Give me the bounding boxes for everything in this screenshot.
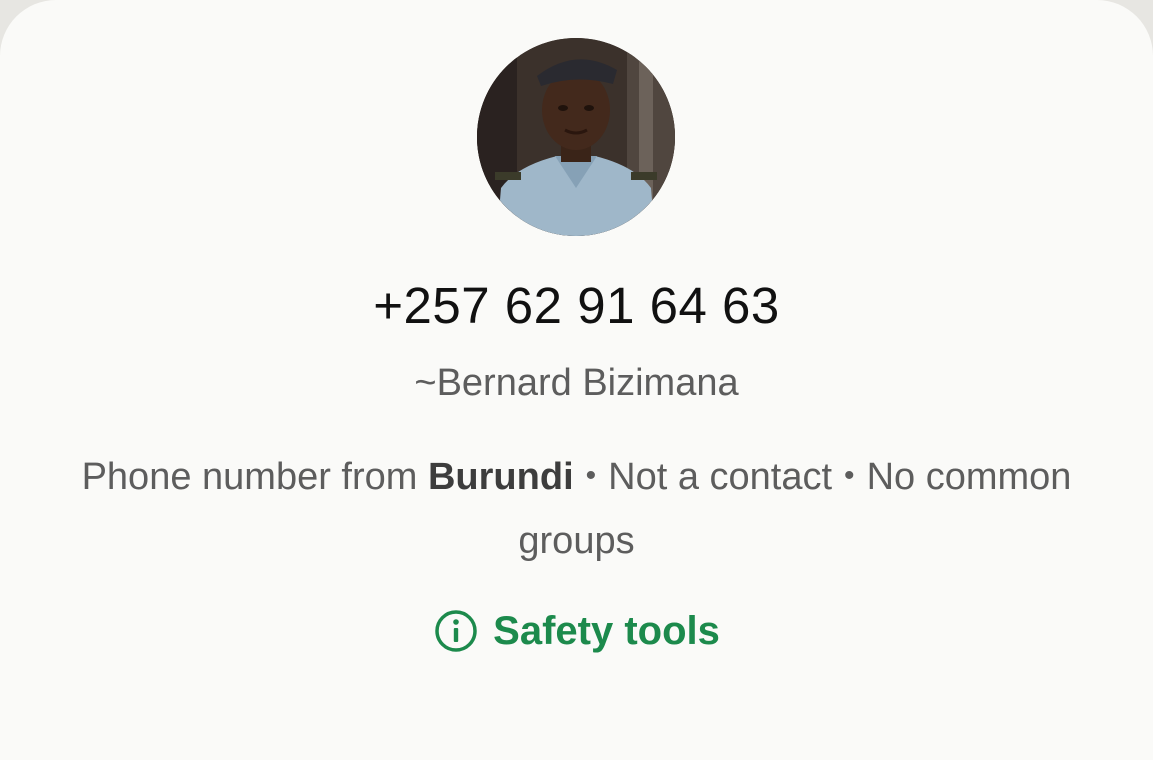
avatar[interactable] (477, 38, 675, 236)
contact-status: Not a contact (608, 456, 833, 498)
push-name: ~Bernard Bizimana (414, 362, 739, 404)
safety-tools-label: Safety tools (493, 608, 720, 653)
phone-number: +257 62 91 64 63 (373, 277, 780, 334)
contact-info-card: +257 62 91 64 63 ~Bernard Bizimana Phone… (0, 0, 1153, 760)
info-circle-icon (435, 610, 477, 652)
separator-dot: • (844, 459, 855, 492)
info-prefix: Phone number from (81, 456, 428, 498)
separator-dot: • (585, 459, 597, 492)
profile-photo (477, 38, 675, 236)
country-name: Burundi (427, 456, 574, 498)
safety-tools-button[interactable]: Safety tools (0, 608, 1153, 654)
contact-details: Phone number from Burundi • Not a contact •… (40, 444, 1113, 573)
